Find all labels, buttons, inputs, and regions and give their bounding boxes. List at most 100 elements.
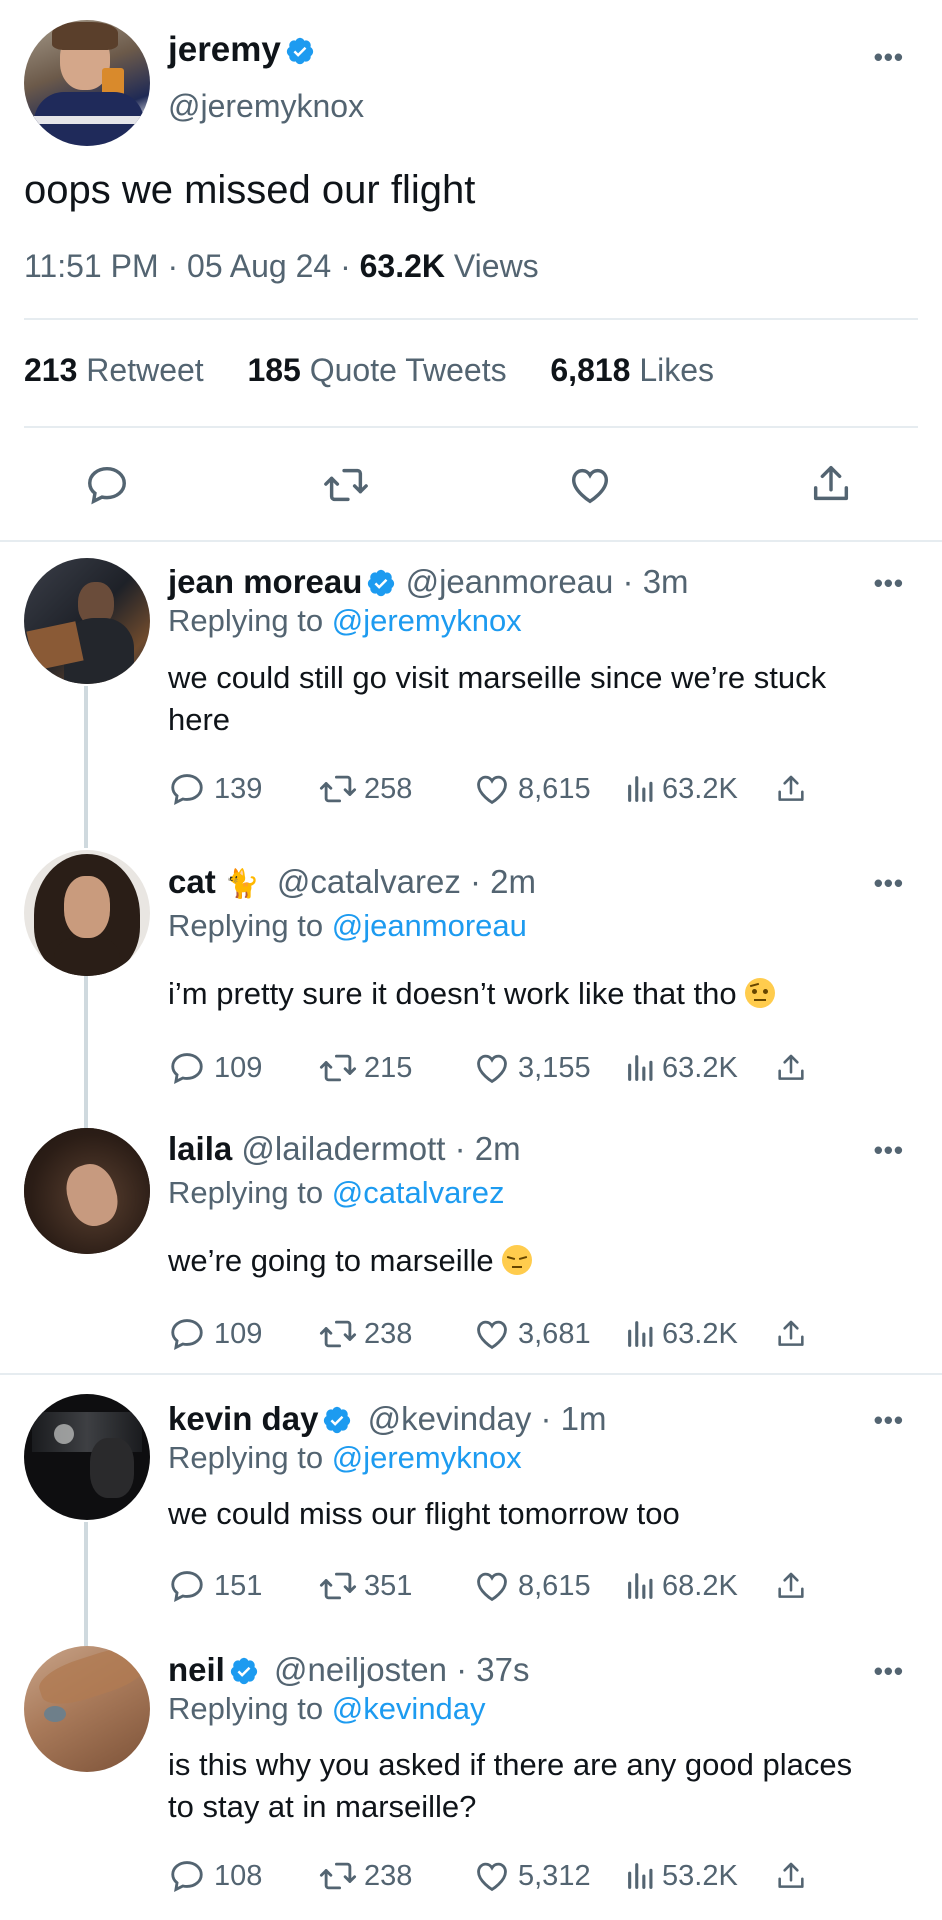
replying-label: Replying to <box>168 1440 324 1475</box>
reply-author-handle[interactable]: @lailadermott <box>241 1130 445 1167</box>
retweet-action[interactable]: 351 <box>318 1567 472 1605</box>
share-icon[interactable] <box>808 460 854 508</box>
views-action[interactable]: 68.2K <box>624 1568 774 1604</box>
reply-author-handle[interactable]: @jeanmoreau <box>406 563 614 600</box>
like-action[interactable]: 8,615 <box>472 770 624 808</box>
comment-count: 108 <box>214 1859 263 1892</box>
avatar[interactable] <box>24 20 150 146</box>
like-count: 8,615 <box>518 1569 591 1602</box>
retweet-icon <box>319 1862 357 1890</box>
share-icon[interactable] <box>774 1316 808 1352</box>
like-action[interactable]: 3,681 <box>472 1315 624 1353</box>
replying-label: Replying to <box>168 1175 324 1210</box>
reply-author-name[interactable]: laila <box>168 1130 232 1167</box>
author-handle[interactable]: @jeremyknox <box>168 88 364 125</box>
avatar[interactable] <box>24 1128 150 1254</box>
comment-action[interactable]: 108 <box>168 1857 318 1895</box>
comment-count: 109 <box>214 1317 263 1350</box>
reply-author-name[interactable]: neil <box>168 1651 225 1688</box>
comment-action[interactable]: 109 <box>168 1049 318 1087</box>
views-action[interactable]: 63.2K <box>624 1050 774 1086</box>
like-icon[interactable] <box>566 462 614 508</box>
views-count: 63.2K <box>662 1051 738 1084</box>
quotes-stat[interactable]: 185 Quote Tweets <box>247 352 506 388</box>
thread-connector <box>84 974 88 1130</box>
replying-to-handle[interactable]: @jeremyknox <box>332 1440 522 1475</box>
avatar[interactable] <box>24 1394 150 1520</box>
retweet-icon <box>319 1054 357 1082</box>
reply-author-name[interactable]: cat <box>168 863 216 900</box>
avatar[interactable] <box>24 558 150 684</box>
reply-icon <box>171 1053 203 1084</box>
retweet-action[interactable]: 215 <box>318 1049 472 1087</box>
comment-action[interactable]: 139 <box>168 770 318 808</box>
views-action[interactable]: 53.2K <box>624 1858 774 1894</box>
more-options-icon[interactable]: ••• <box>874 1656 904 1687</box>
quotes-label: Quote Tweets <box>309 352 507 388</box>
more-options-icon[interactable]: ••• <box>874 1135 904 1166</box>
share-icon[interactable] <box>774 1858 808 1894</box>
views-count: 68.2K <box>662 1569 738 1602</box>
retweets-count: 213 <box>24 352 78 388</box>
like-icon <box>477 1320 507 1350</box>
like-action[interactable]: 3,155 <box>472 1049 624 1087</box>
share-icon[interactable] <box>774 1568 808 1604</box>
more-options-icon[interactable]: ••• <box>874 868 904 899</box>
replying-to-handle[interactable]: @catalvarez <box>332 1175 505 1210</box>
reply-author-handle[interactable]: @catalvarez <box>277 863 461 900</box>
reply-text: we’re going to marseille <box>168 1243 494 1278</box>
views-icon <box>628 776 653 802</box>
replying-to-handle[interactable]: @kevinday <box>332 1691 486 1726</box>
views-label: Views <box>453 248 539 284</box>
retweet-action[interactable]: 238 <box>318 1315 472 1353</box>
replying-to-handle[interactable]: @jeremyknox <box>332 603 522 638</box>
retweet-action[interactable]: 258 <box>318 770 472 808</box>
like-icon <box>477 1054 507 1084</box>
replying-label: Replying to <box>168 908 324 943</box>
share-icon[interactable] <box>774 771 808 807</box>
retweet-action[interactable]: 238 <box>318 1857 472 1895</box>
like-count: 3,681 <box>518 1317 591 1350</box>
tweet-date: 05 Aug 24 <box>187 248 332 284</box>
like-action[interactable]: 8,615 <box>472 1567 624 1605</box>
engagement-stats: 213 Retweet 185 Quote Tweets 6,818 Likes <box>24 352 714 389</box>
replying-label: Replying to <box>168 603 324 638</box>
reply-actions: 151 351 8,615 68.2K <box>168 1567 808 1605</box>
pensive-face-icon <box>502 1245 533 1275</box>
reply-author-name[interactable]: jean moreau <box>168 563 362 600</box>
reply-actions: 139 258 8,615 63.2K <box>168 770 808 808</box>
verified-badge-icon <box>368 569 395 597</box>
more-options-icon[interactable]: ••• <box>874 42 904 73</box>
retweet-icon <box>319 1320 357 1348</box>
more-options-icon[interactable]: ••• <box>874 1405 904 1436</box>
verified-badge-icon <box>286 37 313 65</box>
share-icon[interactable] <box>774 1050 808 1086</box>
reply-icon[interactable] <box>84 462 130 508</box>
comment-action[interactable]: 151 <box>168 1567 318 1605</box>
views-action[interactable]: 63.2K <box>624 1316 774 1352</box>
reply-author-handle[interactable]: @neiljosten <box>274 1651 447 1688</box>
divider <box>0 1373 942 1375</box>
comment-count: 151 <box>214 1569 263 1602</box>
comment-action[interactable]: 109 <box>168 1315 318 1353</box>
reply-author-name[interactable]: kevin day <box>168 1400 318 1437</box>
like-count: 5,312 <box>518 1859 591 1892</box>
retweets-stat[interactable]: 213 Retweet <box>24 352 204 388</box>
like-action[interactable]: 5,312 <box>472 1857 624 1895</box>
avatar[interactable] <box>24 850 150 976</box>
reply-age: 1m <box>560 1400 607 1437</box>
divider <box>24 318 918 320</box>
likes-stat[interactable]: 6,818 Likes <box>550 352 714 388</box>
quotes-count: 185 <box>247 352 301 388</box>
author-name[interactable]: jeremy <box>168 30 281 69</box>
more-options-icon[interactable]: ••• <box>874 568 904 599</box>
reply-actions: 108 238 5,312 53.2K <box>168 1857 808 1895</box>
retweet-icon[interactable] <box>322 462 370 508</box>
reply-text: we could still go visit marseille since … <box>168 660 827 737</box>
views-icon <box>628 1321 653 1347</box>
replying-to-handle[interactable]: @jeanmoreau <box>332 908 527 943</box>
reply-author-handle[interactable]: @kevinday <box>368 1400 532 1437</box>
views-action[interactable]: 63.2K <box>624 771 774 807</box>
avatar[interactable] <box>24 1646 150 1772</box>
reply-actions: 109 238 3,681 63.2K <box>168 1315 808 1353</box>
